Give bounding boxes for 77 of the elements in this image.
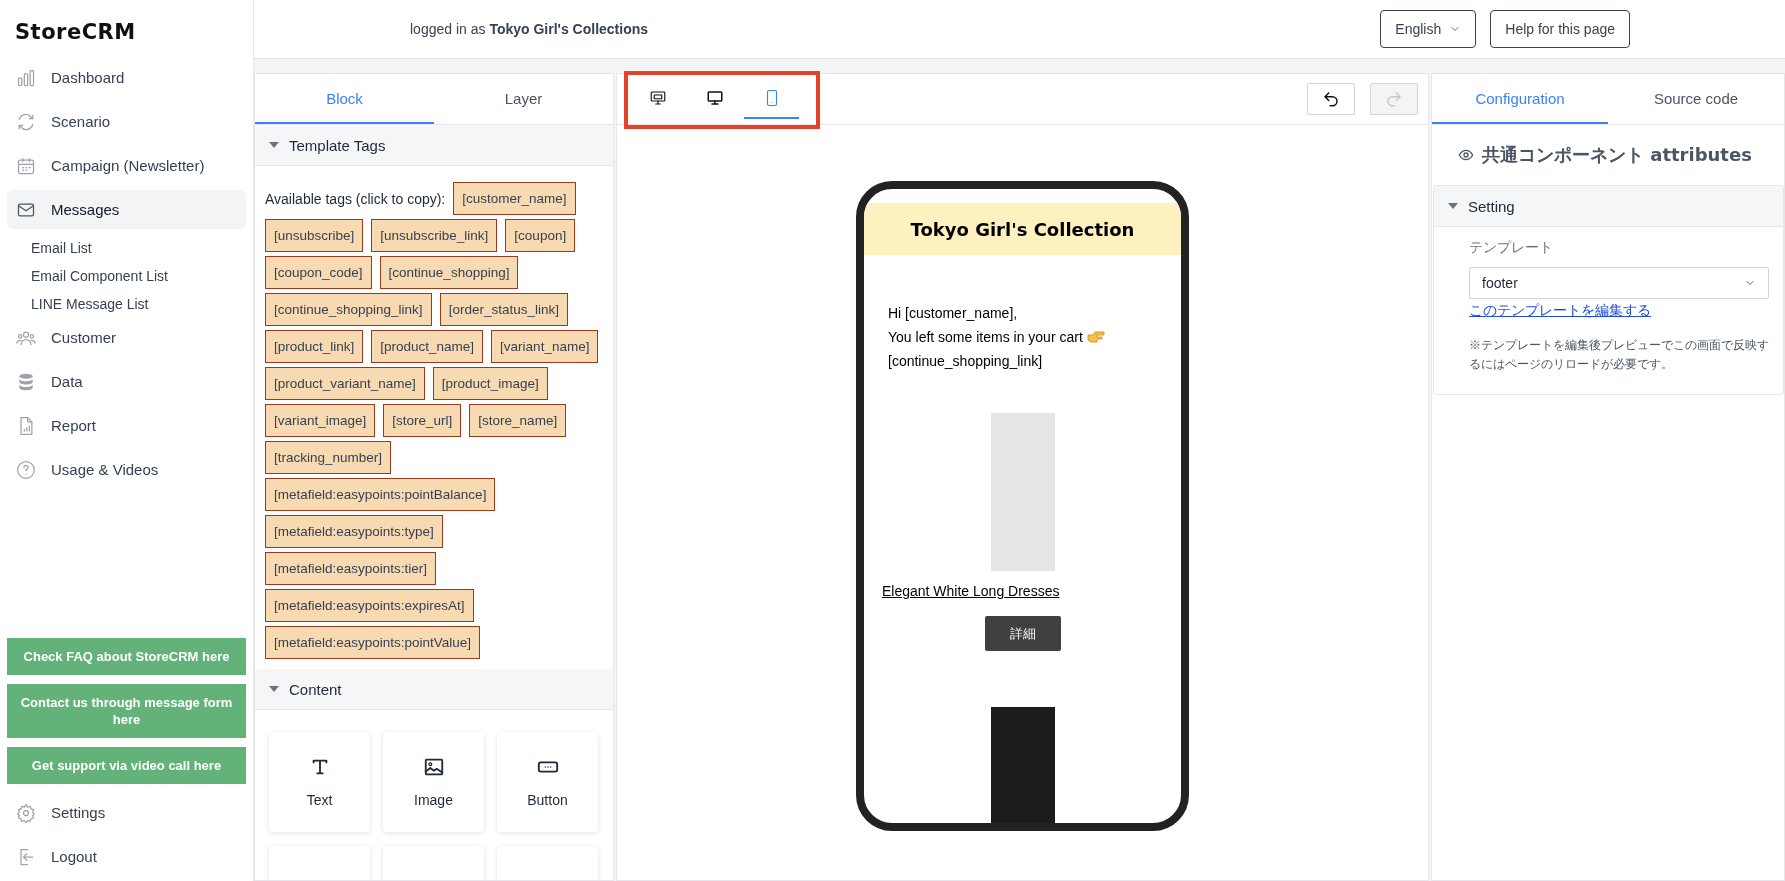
bar-chart-icon bbox=[16, 67, 36, 88]
template-tag[interactable]: [unsubscribe_link] bbox=[371, 219, 498, 252]
calendar-icon bbox=[16, 155, 36, 176]
template-tag[interactable]: [coupon] bbox=[505, 219, 576, 252]
section-header[interactable]: Template Tags bbox=[255, 125, 613, 166]
section-header[interactable]: Content bbox=[255, 669, 613, 710]
field-label: テンプレート bbox=[1469, 239, 1554, 257]
template-tag[interactable]: [store_name] bbox=[469, 404, 567, 437]
pointing-hand-icon bbox=[1086, 331, 1105, 343]
help-icon bbox=[16, 459, 36, 480]
details-button[interactable]: 詳細 bbox=[984, 616, 1061, 651]
nav-item[interactable]: Usage & Videos bbox=[7, 450, 246, 489]
section-title: Setting bbox=[1468, 197, 1515, 215]
database-icon bbox=[16, 371, 36, 392]
nav-item[interactable]: Data bbox=[7, 362, 246, 401]
template-tag[interactable]: [unsubscribe] bbox=[265, 219, 364, 252]
logo: StoreCRM bbox=[15, 20, 137, 44]
nav-item[interactable]: Report bbox=[7, 406, 246, 445]
panel-tab[interactable]: Configuration bbox=[1432, 74, 1608, 124]
section-header[interactable]: Setting bbox=[1434, 186, 1783, 227]
content-block[interactable]: Image bbox=[383, 732, 484, 832]
template-tag[interactable]: [metafield:easypoints:expiresAt] bbox=[265, 589, 474, 622]
template-tag[interactable]: [customer_name] bbox=[453, 182, 576, 215]
template-tag[interactable]: [metafield:easypoints:tier] bbox=[265, 552, 437, 585]
nav-subitem[interactable]: Email Component List bbox=[7, 262, 246, 290]
panel-heading: 共通コンポーネント attributes bbox=[1482, 143, 1752, 167]
template-tag[interactable]: [metafield:easypoints:type] bbox=[265, 515, 443, 548]
greeting-text: You left some items in your cart bbox=[888, 328, 1083, 347]
template-tag[interactable]: [product_name] bbox=[371, 330, 484, 363]
undo-icon bbox=[1322, 90, 1340, 108]
edit-template-link[interactable]: このテンプレートを編集する bbox=[1469, 302, 1651, 320]
panel-tab[interactable]: Layer bbox=[434, 74, 613, 124]
product-link[interactable]: Elegant White Long Dresses bbox=[882, 583, 1060, 599]
template-tag[interactable]: [coupon_code] bbox=[265, 256, 372, 289]
template-tag[interactable]: [product_image] bbox=[432, 367, 548, 400]
nav-item[interactable]: Scenario bbox=[7, 102, 246, 141]
template-tag[interactable]: [order_status_link] bbox=[439, 293, 568, 326]
nav-item[interactable]: Logout bbox=[7, 837, 246, 876]
desktop-icon bbox=[705, 89, 724, 107]
settings-icon bbox=[16, 802, 36, 823]
nav-item[interactable]: Settings bbox=[7, 793, 246, 832]
greeting-text: [continue_shopping_link] bbox=[888, 352, 1043, 371]
nav-subitem[interactable]: Email List bbox=[7, 234, 246, 262]
section-title: Content bbox=[289, 680, 342, 698]
template-select[interactable]: footer bbox=[1469, 267, 1769, 299]
help-button[interactable]: Help for this page bbox=[1490, 10, 1630, 48]
template-tag[interactable]: [metafield:easypoints:pointValue] bbox=[265, 626, 481, 659]
image-icon bbox=[422, 756, 445, 778]
template-tag[interactable]: [variant_image] bbox=[265, 404, 376, 437]
section-title: Template Tags bbox=[289, 136, 386, 154]
template-tag[interactable]: [store_url] bbox=[383, 404, 462, 437]
template-tag[interactable]: [product_link] bbox=[265, 330, 364, 363]
content-block[interactable]: Button bbox=[497, 732, 598, 832]
undo-button[interactable] bbox=[1307, 83, 1355, 115]
nav-item[interactable]: Dashboard bbox=[7, 58, 246, 97]
template-tag[interactable]: [continue_shopping_link] bbox=[265, 293, 432, 326]
nav-subitem[interactable]: LINE Message List bbox=[7, 290, 246, 318]
monitor-icon bbox=[648, 89, 667, 107]
eye-icon bbox=[1458, 147, 1474, 163]
nav-item[interactable]: Messages bbox=[7, 190, 246, 229]
template-tag[interactable]: [metafield:easypoints:pointBalance] bbox=[265, 478, 496, 511]
greeting-text: Hi [customer_name], bbox=[888, 304, 1018, 323]
template-tag[interactable]: [product_variant_name] bbox=[265, 367, 425, 400]
nav-item[interactable]: Campaign (Newsletter) bbox=[7, 146, 246, 185]
refresh-icon bbox=[16, 111, 36, 132]
note-text: ※テンプレートを編集後プレビューでこの画面で反映するにはページのリロードが必要です。 bbox=[1469, 337, 1769, 373]
tags-intro: Available tags (click to copy): bbox=[265, 190, 446, 207]
email-header: Tokyo Girl's Collection bbox=[864, 203, 1181, 255]
content-block[interactable]: Text bbox=[269, 732, 370, 832]
language-dropdown[interactable]: English bbox=[1380, 10, 1477, 48]
template-tag[interactable]: [tracking_number] bbox=[265, 441, 392, 474]
nav-item[interactable]: Customer bbox=[7, 318, 246, 357]
template-tag[interactable]: [variant_name] bbox=[491, 330, 599, 363]
redo-icon bbox=[1385, 90, 1403, 108]
template-tag[interactable]: [continue_shopping] bbox=[379, 256, 519, 289]
panel-tab[interactable]: Source code bbox=[1608, 74, 1784, 124]
login-status: logged in as Tokyo Girl's Collections bbox=[410, 21, 650, 37]
